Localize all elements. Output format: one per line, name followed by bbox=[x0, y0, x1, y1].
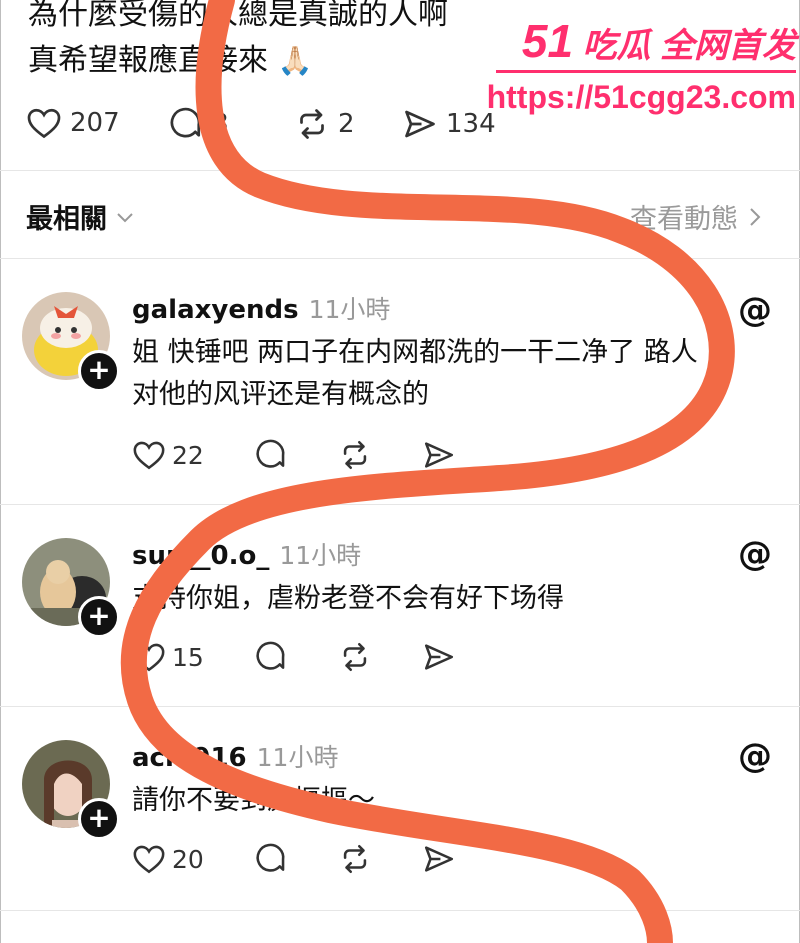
comment-text: 支持你姐，虐粉老登不会有好下场得 bbox=[132, 583, 564, 614]
divider bbox=[0, 258, 800, 259]
comment-share-button[interactable] bbox=[422, 438, 456, 472]
comment-actions: 22 bbox=[132, 438, 506, 472]
send-icon bbox=[424, 644, 453, 670]
reply-bubble-icon bbox=[170, 107, 201, 138]
divider bbox=[0, 706, 800, 707]
repost-icon bbox=[343, 642, 367, 672]
post-like-button[interactable]: 207 bbox=[26, 106, 120, 140]
post-reply-button[interactable]: 8 bbox=[168, 106, 229, 142]
watermark-title: 51 吃瓜 全网首发 bbox=[487, 14, 796, 68]
threads-icon: @ bbox=[738, 534, 772, 574]
divider bbox=[0, 504, 800, 505]
comment-timestamp: 11小時 bbox=[256, 743, 339, 772]
follow-plus-button[interactable]: + bbox=[78, 798, 120, 840]
post-reply-count: 8 bbox=[212, 109, 229, 139]
send-icon bbox=[424, 442, 453, 468]
heart-icon bbox=[133, 643, 165, 672]
follow-plus-button[interactable]: + bbox=[78, 350, 120, 392]
comment-header: achi916 11小時 bbox=[132, 738, 338, 774]
view-activity-label: 查看動態 bbox=[630, 204, 738, 235]
watermark: 51 吃瓜 全网首发 https://51cgg23.com bbox=[487, 14, 796, 116]
threads-icon: @ bbox=[738, 290, 772, 330]
comment-username[interactable]: achi916 bbox=[132, 743, 247, 773]
comment-timestamp: 11小時 bbox=[279, 541, 362, 570]
avatar[interactable]: + bbox=[22, 740, 120, 840]
comment-header: sun__0.o_ 11小時 bbox=[132, 536, 361, 572]
watermark-underline bbox=[496, 70, 796, 73]
post-repost-button[interactable]: 2 bbox=[294, 106, 355, 142]
comment-like-button[interactable]: 15 bbox=[132, 641, 204, 673]
divider bbox=[0, 170, 800, 171]
repost-icon bbox=[343, 844, 367, 874]
repost-icon bbox=[343, 440, 367, 470]
post-text-line-2: 真希望報應直接來 🙏🏻 bbox=[28, 46, 312, 76]
comment-share-button[interactable] bbox=[422, 640, 456, 674]
comment-actions: 20 bbox=[132, 842, 506, 876]
reply-bubble-icon bbox=[256, 439, 285, 468]
post-like-count: 207 bbox=[70, 108, 120, 138]
divider bbox=[0, 910, 800, 911]
comment-like-button[interactable]: 22 bbox=[132, 439, 204, 471]
comment-repost-button[interactable] bbox=[338, 842, 372, 876]
comment-header: galaxyends 11小時 bbox=[132, 290, 390, 326]
send-icon bbox=[405, 110, 435, 138]
comment-actions: 15 bbox=[132, 640, 506, 674]
heart-icon bbox=[133, 845, 165, 874]
comment-like-count: 22 bbox=[172, 440, 204, 470]
comment-username[interactable]: galaxyends bbox=[132, 295, 299, 325]
avatar[interactable]: + bbox=[22, 538, 120, 638]
comment-reply-button[interactable] bbox=[254, 842, 288, 876]
watermark-title-text: 吃瓜 全网首发 bbox=[582, 27, 796, 65]
comment-timestamp: 11小時 bbox=[308, 295, 391, 324]
post-text-line-2-text: 真希望報應直接來 bbox=[28, 43, 268, 78]
comment-reply-button[interactable] bbox=[254, 640, 288, 674]
comment-like-button[interactable]: 20 bbox=[132, 843, 204, 875]
repost-icon bbox=[300, 109, 324, 139]
sort-label: 最相關 bbox=[26, 204, 107, 235]
comment-like-count: 20 bbox=[172, 844, 204, 874]
follow-plus-button[interactable]: + bbox=[78, 596, 120, 638]
view-activity-link[interactable]: 查看動態 bbox=[630, 197, 762, 236]
avatar[interactable]: + bbox=[22, 292, 120, 392]
heart-icon bbox=[133, 441, 165, 470]
watermark-url: https://51cgg23.com bbox=[486, 79, 796, 115]
comment-like-count: 15 bbox=[172, 642, 204, 672]
comment-share-button[interactable] bbox=[422, 842, 456, 876]
post-text-line-1: 為什麼受傷的人總是真誠的人啊 bbox=[28, 0, 448, 32]
pray-emoji: 🙏🏻 bbox=[277, 44, 313, 77]
heart-icon bbox=[27, 108, 61, 139]
post-share-button[interactable]: 134 bbox=[402, 106, 496, 142]
left-border bbox=[0, 0, 1, 943]
chevron-down-icon bbox=[117, 212, 133, 222]
reply-bubble-icon bbox=[256, 843, 285, 872]
comment-repost-button[interactable] bbox=[338, 438, 372, 472]
watermark-brand: 51 bbox=[521, 15, 574, 67]
comment-reply-button[interactable] bbox=[254, 438, 288, 472]
send-icon bbox=[424, 846, 453, 872]
comment-text: 請你不要到處摳摳～ bbox=[132, 785, 375, 816]
sort-dropdown[interactable]: 最相關 bbox=[26, 197, 135, 236]
comment-text: 姐 快锤吧 两口子在内网都洗的一干二净了 路人 对他的风评还是有概念的 bbox=[132, 337, 698, 410]
chevron-right-icon bbox=[750, 207, 761, 226]
comment-repost-button[interactable] bbox=[338, 640, 372, 674]
threads-icon: @ bbox=[738, 736, 772, 776]
comment-username[interactable]: sun__0.o_ bbox=[132, 541, 269, 571]
post-repost-count: 2 bbox=[338, 109, 355, 139]
reply-bubble-icon bbox=[256, 641, 285, 670]
